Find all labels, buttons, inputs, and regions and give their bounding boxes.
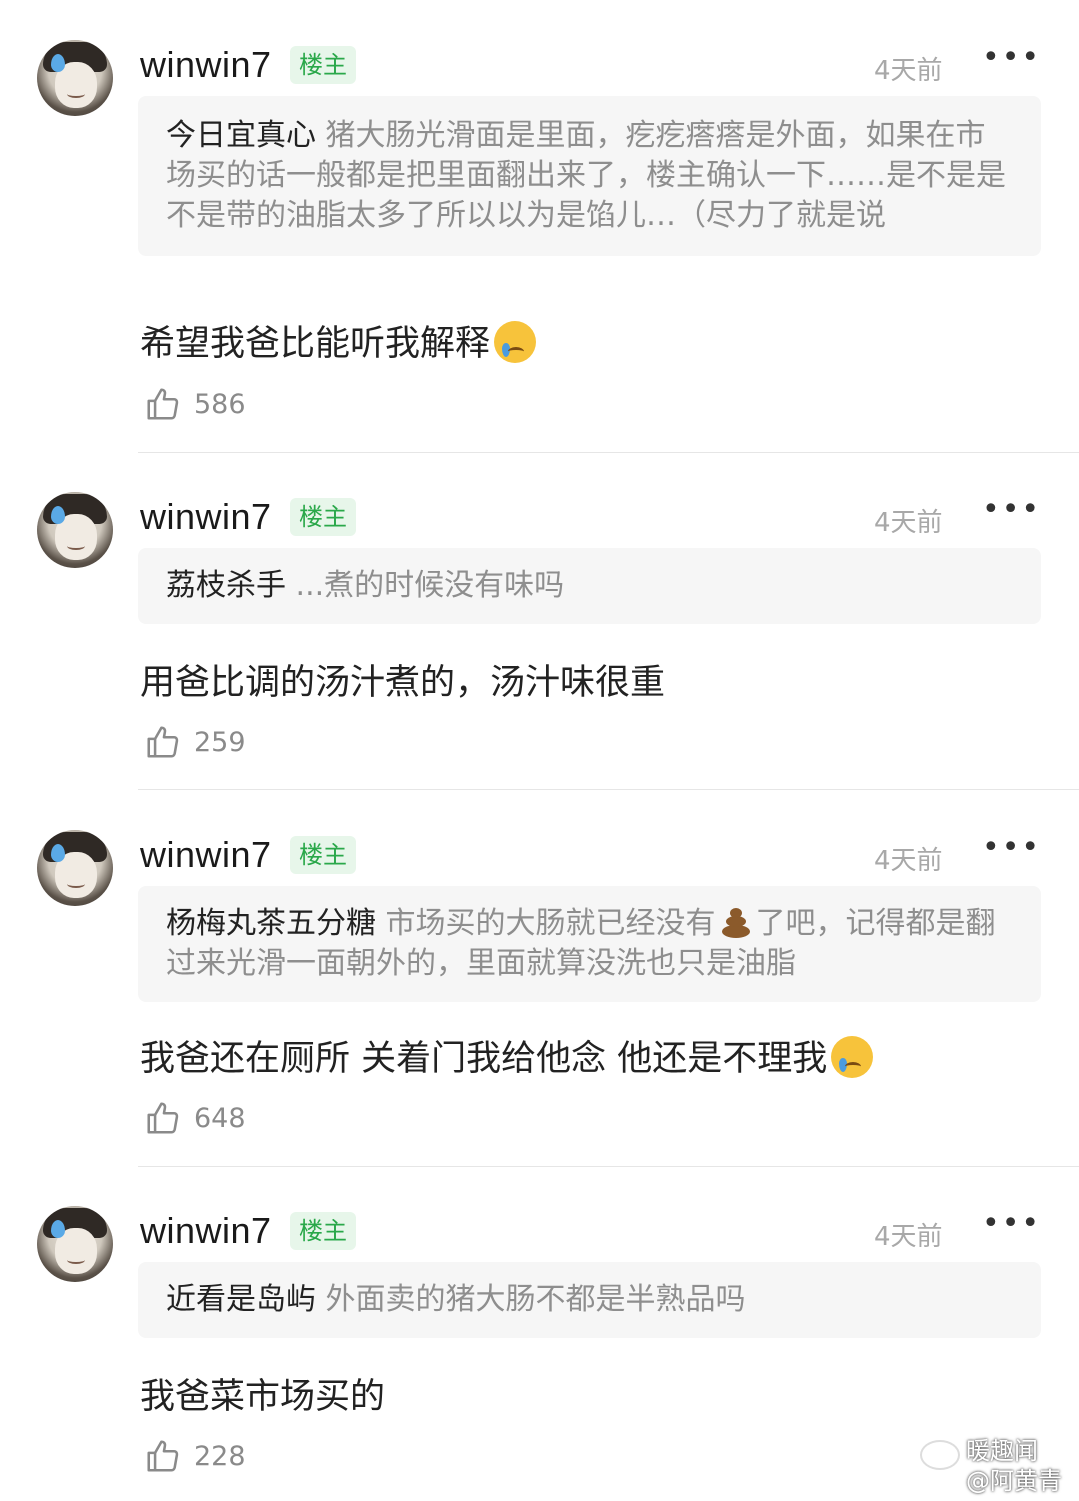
- avatar[interactable]: [37, 40, 113, 116]
- more-icon[interactable]: •••: [982, 1206, 1041, 1241]
- quoted-username: 近看是岛屿: [166, 1282, 316, 1317]
- quoted-comment[interactable]: 荔枝杀手 ...煮的时候没有味吗: [138, 548, 1041, 624]
- op-badge: 楼主: [290, 836, 356, 874]
- watermark: 暖趣闻 @阿黄青: [966, 1436, 1062, 1496]
- timestamp: 4天前: [874, 1222, 943, 1252]
- reply-text: 希望我爸比能听我解释: [140, 315, 537, 366]
- op-badge: 楼主: [290, 1212, 356, 1250]
- reply-text-content: 我爸还在厕所 关着门我给他念 他还是不理我: [140, 1039, 828, 1079]
- thumbs-up-icon: [147, 1102, 179, 1134]
- weibo-icon: [920, 1440, 960, 1470]
- op-badge: 楼主: [290, 46, 356, 84]
- quoted-text: 市场买的大肠就已经没有: [376, 906, 716, 941]
- avatar[interactable]: [37, 1206, 113, 1282]
- divider: [138, 789, 1079, 790]
- username[interactable]: winwin7: [140, 1210, 272, 1252]
- username[interactable]: winwin7: [140, 44, 272, 86]
- timestamp: 4天前: [874, 56, 943, 86]
- quoted-username: 荔枝杀手: [166, 568, 286, 603]
- reply-text: 我爸还在厕所 关着门我给他念 他还是不理我: [140, 1030, 874, 1081]
- crying-emoji-icon: [831, 1036, 874, 1078]
- divider: [138, 1166, 1079, 1167]
- like-button[interactable]: 228: [144, 1436, 246, 1476]
- like-count: 228: [194, 1440, 246, 1472]
- like-button[interactable]: 586: [144, 384, 246, 424]
- quoted-username: 今日宜真心: [166, 118, 316, 153]
- like-count: 648: [194, 1102, 246, 1134]
- like-count: 586: [194, 388, 246, 420]
- more-icon[interactable]: •••: [982, 830, 1041, 865]
- thumbs-up-icon: [147, 726, 179, 758]
- quoted-username: 杨梅丸茶五分糖: [166, 906, 376, 941]
- poop-emoji-icon: [718, 905, 754, 939]
- quoted-text: ...煮的时候没有味吗: [286, 568, 565, 603]
- crying-emoji-icon: [494, 321, 537, 363]
- quoted-comment[interactable]: 近看是岛屿 外面卖的猪大肠不都是半熟品吗: [138, 1262, 1041, 1338]
- watermark-line2: @阿黄青: [966, 1467, 1062, 1495]
- watermark-line1: 暖趣闻: [966, 1437, 1038, 1465]
- like-count: 259: [194, 726, 246, 758]
- avatar[interactable]: [37, 492, 113, 568]
- quoted-comment[interactable]: 今日宜真心 猪大肠光滑面是里面，疙疙瘩瘩是外面，如果在市场买的话一般都是把里面翻…: [138, 96, 1041, 256]
- like-button[interactable]: 648: [144, 1098, 246, 1138]
- like-button[interactable]: 259: [144, 722, 246, 762]
- reply-text-content: 希望我爸比能听我解释: [140, 324, 491, 364]
- avatar[interactable]: [37, 830, 113, 906]
- op-badge: 楼主: [290, 498, 356, 536]
- username[interactable]: winwin7: [140, 834, 272, 876]
- more-icon[interactable]: •••: [982, 40, 1041, 75]
- thumbs-up-icon: [147, 1440, 179, 1472]
- quoted-comment[interactable]: 杨梅丸茶五分糖 市场买的大肠就已经没有 了吧，记得都是翻过来光滑一面朝外的，里面就…: [138, 886, 1041, 1002]
- quoted-text: 外面卖的猪大肠不都是半熟品吗: [316, 1282, 746, 1317]
- thumbs-up-icon: [147, 388, 179, 420]
- reply-text: 用爸比调的汤汁煮的，汤汁味很重: [140, 663, 666, 703]
- username[interactable]: winwin7: [140, 496, 272, 538]
- timestamp: 4天前: [874, 846, 943, 876]
- reply-text: 我爸菜市场买的: [140, 1377, 386, 1417]
- more-icon[interactable]: •••: [982, 492, 1041, 527]
- divider: [138, 452, 1079, 453]
- timestamp: 4天前: [874, 508, 943, 538]
